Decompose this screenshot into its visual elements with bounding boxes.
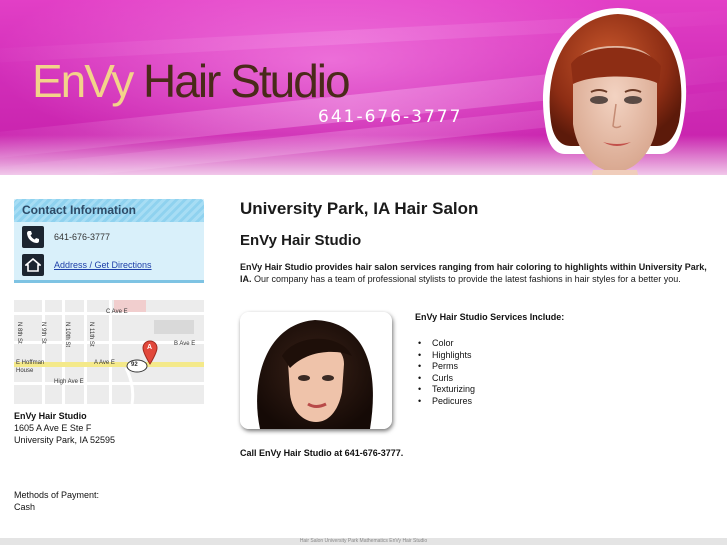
map-route-number: 92	[131, 362, 138, 368]
site-header: EnVy Hair Studio 641-676-3777	[0, 0, 727, 175]
contact-phone-number: 641-676-3777	[54, 232, 111, 242]
payment-methods: Methods of Payment: Cash	[14, 489, 99, 513]
map-label-c-ave: C Ave E	[106, 309, 128, 315]
woman-portrait-image	[240, 312, 392, 429]
call-to-action: Call EnVy Hair Studio at 641-676-3777.	[240, 448, 404, 458]
service-item: Highlights	[418, 350, 475, 362]
intro-text: Our company has a team of professional s…	[251, 273, 681, 284]
intro-paragraph: EnVy Hair Studio provides hair salon ser…	[240, 262, 714, 285]
service-item: Curls	[418, 373, 475, 385]
map-label-n8th: N 8th St	[16, 322, 22, 344]
map-label-house: House	[16, 368, 34, 374]
phone-icon	[22, 226, 44, 248]
contact-information-box: Contact Information 641-676-3777 Address…	[14, 199, 204, 283]
map-label-a-ave: A Ave E	[94, 360, 115, 366]
service-item: Pedicures	[418, 396, 475, 408]
map-label-high-ave: High Ave E	[54, 379, 84, 385]
payment-label: Methods of Payment:	[14, 490, 100, 500]
business-name: EnVy Hair Studio	[14, 411, 87, 421]
page-title: University Park, IA Hair Salon	[240, 199, 479, 218]
site-logo[interactable]: EnVy Hair Studio	[32, 55, 351, 107]
service-item: Texturizing	[418, 384, 475, 396]
map-label-n11th: N 11th St	[88, 322, 94, 347]
payment-value: Cash	[14, 502, 36, 512]
header-phone-number: 641-676-3777	[318, 107, 463, 127]
address-line-2: University Park, IA 52595	[14, 435, 116, 445]
service-item: Color	[418, 338, 475, 350]
site-footer: Hair Salon University Park Mathematics E…	[0, 538, 727, 545]
contact-phone-row: 641-676-3777	[22, 226, 110, 248]
salon-photo	[240, 312, 392, 429]
map-label-n10th: N 10th St	[64, 322, 70, 348]
map-label-b-ave: B Ave E	[174, 341, 196, 347]
contact-address-row: Address / Get Directions	[22, 254, 152, 276]
services-heading: EnVy Hair Studio Services Include:	[415, 312, 565, 322]
logo-hair-studio-text: Hair Studio	[132, 55, 351, 107]
map-pin-letter: A	[147, 344, 153, 351]
map-label-hoffman: E Hoffman	[16, 360, 45, 366]
address-line-1: 1605 A Ave E Ste F	[14, 423, 92, 433]
model-portrait-image	[543, 8, 687, 175]
contact-heading: Contact Information	[14, 199, 204, 222]
business-address: EnVy Hair Studio 1605 A Ave E Ste F Univ…	[14, 410, 115, 446]
services-list: Color Highlights Perms Curls Texturizing…	[418, 338, 475, 408]
map-roads	[14, 300, 204, 404]
home-icon	[22, 254, 44, 276]
map-label-n9th: N 9th St	[40, 322, 46, 344]
logo-envy-text: EnVy	[32, 55, 134, 107]
get-directions-link[interactable]: Address / Get Directions	[54, 260, 152, 270]
page-subtitle: EnVy Hair Studio	[240, 232, 362, 249]
service-item: Perms	[418, 361, 475, 373]
location-map[interactable]: C Ave E B Ave E A Ave E High Ave E E Hof…	[14, 300, 204, 404]
